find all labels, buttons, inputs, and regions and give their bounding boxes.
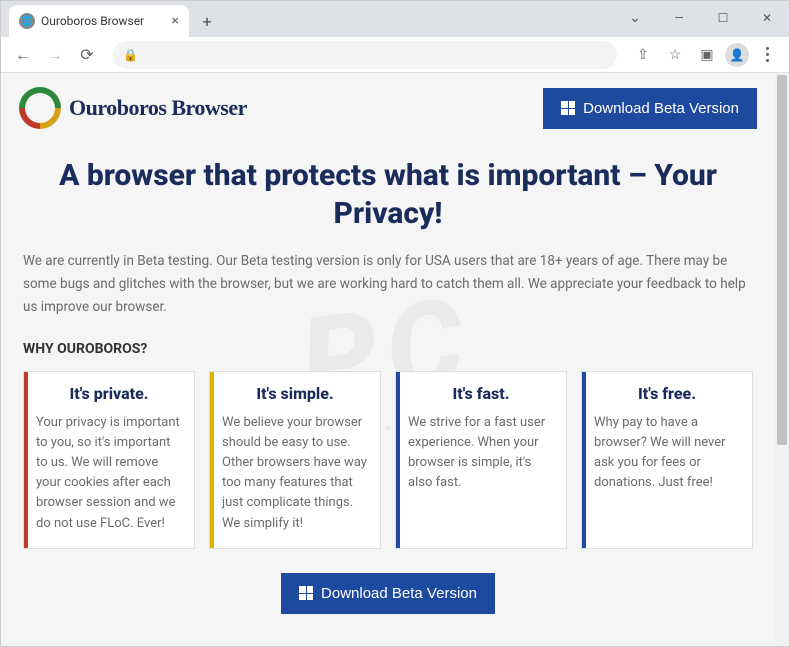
page-content: PC risk.com Ouroboros Browser Download B… (1, 73, 775, 646)
why-heading: WHY OUROBOROS? (23, 341, 753, 357)
browser-window: 🌐 Ouroboros Browser × + ⌄ — ☐ ✕ ← → ⟳ 🔒 … (0, 0, 790, 647)
minimize-button[interactable]: — (657, 3, 701, 33)
viewport: PC risk.com Ouroboros Browser Download B… (1, 73, 789, 646)
kebab-icon (766, 47, 769, 62)
download-label: Download Beta Version (321, 585, 477, 602)
card-body: We believe your browser should be easy t… (222, 413, 368, 534)
card-fast: It's fast. We strive for a fast user exp… (395, 371, 567, 549)
window-controls: ⌄ — ☐ ✕ (613, 3, 789, 33)
bookmark-icon[interactable]: ☆ (661, 41, 689, 69)
tab-title: Ouroboros Browser (41, 14, 166, 28)
cta-row: Download Beta Version (19, 573, 757, 614)
chevron-down-icon[interactable]: ⌄ (613, 3, 657, 33)
address-bar[interactable]: 🔒 (113, 41, 617, 69)
menu-button[interactable] (753, 41, 781, 69)
brand[interactable]: Ouroboros Browser (19, 87, 247, 129)
vertical-scrollbar[interactable] (775, 73, 789, 646)
windows-icon (299, 586, 313, 600)
browser-tab[interactable]: 🌐 Ouroboros Browser × (9, 5, 189, 37)
globe-icon: 🌐 (19, 13, 35, 29)
card-title: It's simple. (222, 384, 368, 403)
card-free: It's free. Why pay to have a browser? We… (581, 371, 753, 549)
lock-icon: 🔒 (123, 48, 138, 62)
reader-icon[interactable]: ▣ (693, 41, 721, 69)
card-private: It's private. Your privacy is important … (23, 371, 195, 549)
avatar[interactable]: 👤 (725, 43, 749, 67)
reload-button[interactable]: ⟳ (73, 41, 101, 69)
card-body: We strive for a fast user experience. Wh… (408, 413, 554, 494)
hero: A browser that protects what is importan… (23, 157, 753, 232)
close-icon[interactable]: × (172, 13, 179, 29)
browser-toolbar: ← → ⟳ 🔒 ⇪ ☆ ▣ 👤 (1, 37, 789, 73)
feature-cards: It's private. Your privacy is important … (23, 371, 753, 549)
hero-title: A browser that protects what is importan… (23, 157, 753, 232)
hero-subtext: We are currently in Beta testing. Our Be… (23, 250, 753, 319)
download-button-header[interactable]: Download Beta Version (543, 88, 757, 129)
window-close-button[interactable]: ✕ (745, 3, 789, 33)
new-tab-button[interactable]: + (193, 7, 221, 35)
download-button-cta[interactable]: Download Beta Version (281, 573, 495, 614)
card-body: Why pay to have a browser? We will never… (594, 413, 740, 494)
windows-icon (561, 101, 575, 115)
titlebar: 🌐 Ouroboros Browser × + ⌄ — ☐ ✕ (1, 1, 789, 37)
maximize-button[interactable]: ☐ (701, 3, 745, 33)
brand-name: Ouroboros Browser (69, 95, 247, 121)
forward-button[interactable]: → (41, 41, 69, 69)
card-simple: It's simple. We believe your browser sho… (209, 371, 381, 549)
site-header: Ouroboros Browser Download Beta Version (19, 87, 757, 129)
card-title: It's free. (594, 384, 740, 403)
card-title: It's fast. (408, 384, 554, 403)
scroll-thumb[interactable] (777, 75, 787, 445)
card-title: It's private. (36, 384, 182, 403)
share-icon[interactable]: ⇪ (629, 41, 657, 69)
back-button[interactable]: ← (9, 41, 37, 69)
ouroboros-logo-icon (10, 78, 69, 137)
card-body: Your privacy is important to you, so it'… (36, 413, 182, 534)
download-label: Download Beta Version (583, 100, 739, 117)
